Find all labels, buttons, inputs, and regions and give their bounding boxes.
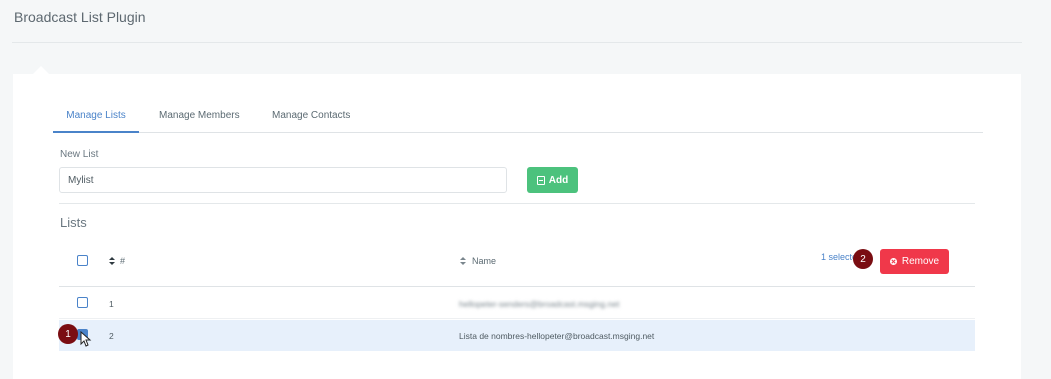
row-name: Lista de nombres-hellopeter@broadcast.ms… [459, 331, 655, 341]
card-notch [33, 66, 49, 74]
close-circle-icon [889, 258, 897, 265]
list-name-input[interactable] [59, 167, 507, 193]
row-id: 1 [109, 299, 114, 309]
add-button-label: Add [548, 174, 569, 186]
step-marker-1: 1 [58, 324, 78, 344]
remove-button[interactable]: Remove [880, 249, 949, 274]
table-row[interactable]: 1 hellopeter-senders@broadcast.msging.ne… [59, 288, 975, 319]
column-header-name[interactable]: Name [472, 256, 496, 266]
table-header: # Name 1 selected Remove [59, 239, 975, 287]
sort-icon[interactable] [109, 257, 115, 265]
select-all-checkbox[interactable] [77, 255, 88, 266]
column-header-id[interactable]: # [120, 256, 125, 266]
row-checkbox[interactable] [77, 297, 88, 308]
table-row[interactable]: 2 Lista de nombres-hellopeter@broadcast.… [59, 320, 975, 351]
remove-button-label: Remove [901, 256, 940, 267]
file-icon [536, 175, 545, 185]
tab-manage-lists[interactable]: Manage Lists [53, 110, 139, 133]
form-divider [59, 203, 975, 204]
sort-icon[interactable] [460, 257, 466, 265]
new-list-label: New List [60, 149, 99, 160]
tab-manage-contacts[interactable]: Manage Contacts [272, 110, 350, 133]
tab-manage-members[interactable]: Manage Members [159, 110, 240, 133]
add-button[interactable]: Add [527, 167, 578, 193]
row-id: 2 [109, 331, 114, 341]
main-card: Manage Lists Manage Members Manage Conta… [13, 74, 1021, 379]
step-marker-2: 2 [853, 249, 873, 269]
page-title: Broadcast List Plugin [14, 9, 146, 25]
lists-title: Lists [60, 215, 87, 230]
row-name: hellopeter-senders@broadcast.msging.net [459, 299, 620, 309]
title-divider [12, 42, 1022, 43]
mouse-pointer-icon [80, 331, 92, 347]
tab-bar: Manage Lists Manage Members Manage Conta… [53, 110, 983, 133]
